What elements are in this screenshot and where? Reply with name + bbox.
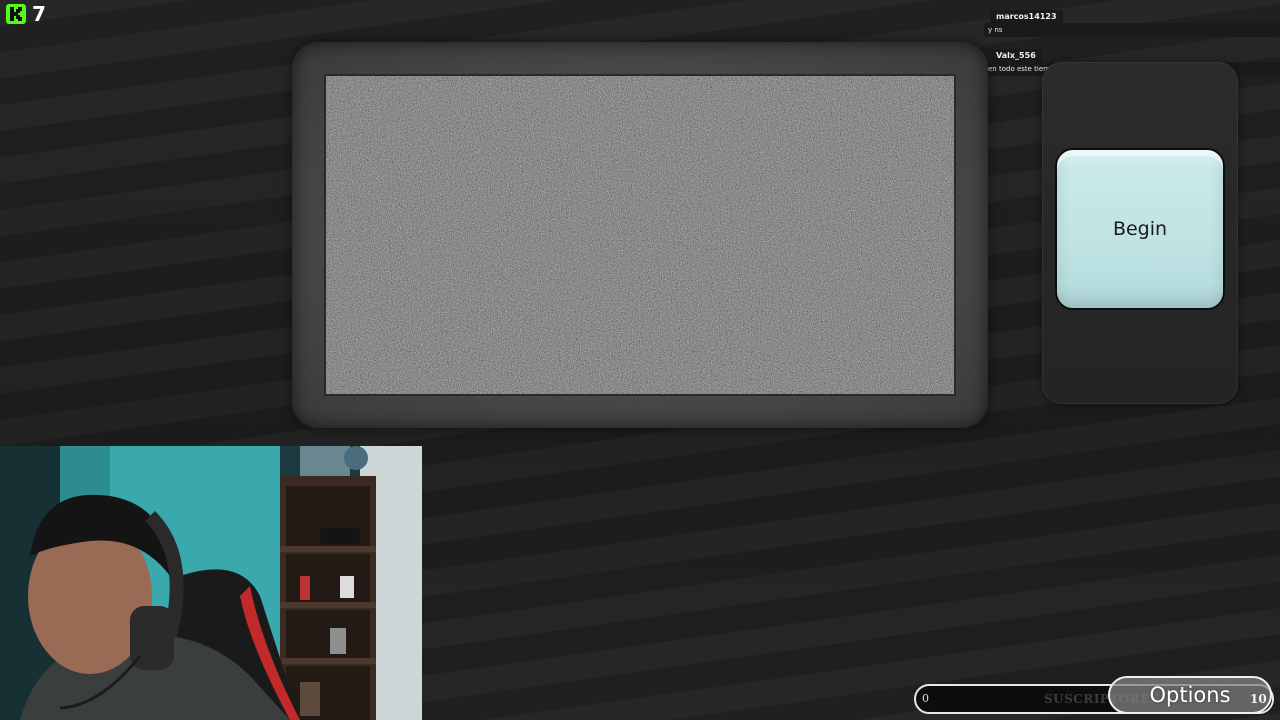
static-noise-texture <box>326 76 954 394</box>
begin-label: Begin <box>1112 218 1168 240</box>
subscriber-goal-target: 10 <box>1250 692 1267 706</box>
static-screen <box>324 74 956 396</box>
chat-username: Valx_556 <box>990 49 1042 62</box>
webcam-feed <box>0 446 422 720</box>
chat-username: marcos14123 <box>990 10 1063 23</box>
chat-message-text: y ns <box>984 23 1280 37</box>
kick-logo-icon <box>6 4 26 24</box>
viewer-badge: 7 <box>6 4 46 24</box>
chat-message: marcos14123 y ns <box>984 4 1280 37</box>
options-button[interactable]: Options <box>1108 676 1272 714</box>
viewer-count: 7 <box>32 2 46 26</box>
webcam-illustration <box>0 446 422 720</box>
options-label: Options <box>1149 683 1231 707</box>
begin-button[interactable]: Begin <box>1055 148 1225 310</box>
subscriber-goal-start: 0 <box>922 692 929 705</box>
game-stage: 7 marcos14123 y ns Valx_556 en todo este… <box>0 0 1280 720</box>
